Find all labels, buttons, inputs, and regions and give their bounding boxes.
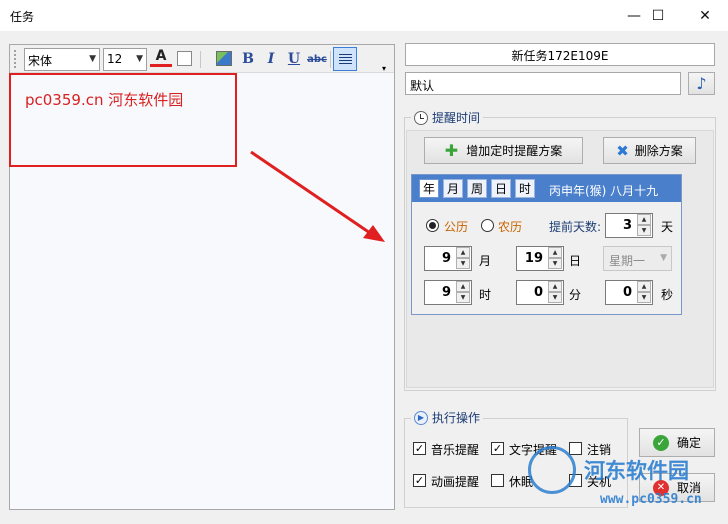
tab-week[interactable]: 周 [467,179,487,198]
month-stepper[interactable]: 9 ▲ ▼ [424,246,472,271]
spin-up-icon[interactable]: ▲ [548,281,562,292]
plus-icon: ✚ [444,141,459,160]
advance-days-value: 3 [622,218,632,233]
reminder-title-label: 提醒时间 [432,111,481,125]
second-unit: 秒 [661,288,674,302]
spin-up-icon[interactable]: ▲ [456,281,470,292]
add-reminder-button[interactable]: ✚ 增加定时提醒方案 [424,137,583,164]
spin-up-icon[interactable]: ▲ [637,214,651,225]
logout-checkbox[interactable] [569,442,582,455]
weekday-select[interactable]: 星期一 ▼ [603,246,672,271]
spin-down-icon[interactable]: ▼ [548,292,562,303]
second-stepper[interactable]: 0 ▲ ▼ [605,280,653,305]
actions-title-label: 执行操作 [432,411,481,425]
advance-days-unit: 天 [661,220,674,234]
minute-stepper[interactable]: 0 ▲ ▼ [516,280,564,305]
solar-radio[interactable] [426,219,439,232]
tab-month[interactable]: 月 [443,179,463,198]
font-size-value: 12 [107,52,123,66]
tab-day[interactable]: 日 [491,179,511,198]
maximize-button[interactable]: ☐ [635,0,681,31]
day-stepper[interactable]: 19 ▲ ▼ [516,246,564,271]
watermark-logo-icon [528,446,576,494]
actions-group-title: ▶ 执行操作 [411,409,484,426]
ok-button[interactable]: ✓ 确定 [639,428,715,457]
bold-icon[interactable]: B [237,48,259,70]
tab-hour[interactable]: 时 [515,179,535,198]
chevron-down-icon: ▼ [660,253,667,263]
tab-year[interactable]: 年 [419,179,439,198]
task-name-field[interactable]: 新任务172E109E [405,43,715,66]
spin-up-icon[interactable]: ▲ [548,247,562,258]
month-value: 9 [441,251,451,266]
toolbar-separator [200,51,201,68]
spin-down-icon[interactable]: ▼ [456,258,470,269]
day-value: 19 [524,251,543,266]
align-left-icon[interactable] [333,47,357,71]
music-reminder-checkbox[interactable]: ✓ [413,442,426,455]
hour-value: 9 [441,285,451,300]
hour-stepper[interactable]: 9 ▲ ▼ [424,280,472,305]
clock-icon [414,110,428,125]
spin-up-icon[interactable]: ▲ [637,281,651,292]
strikethrough-icon[interactable]: abc [306,48,328,70]
italic-icon[interactable]: I [260,48,282,70]
spin-down-icon[interactable]: ▼ [456,292,470,303]
category-field[interactable]: 默认 [405,72,681,95]
animation-reminder-checkbox[interactable]: ✓ [413,474,426,487]
chevron-down-icon: ▼ [89,54,96,64]
add-reminder-label: 增加定时提醒方案 [466,144,563,158]
toolbar-grip [14,50,17,68]
advance-days-label: 提前天数: [549,220,602,234]
font-size-combo[interactable]: 12 ▼ [103,48,147,71]
spin-down-icon[interactable]: ▼ [548,258,562,269]
minute-value: 0 [533,285,543,300]
delete-scheme-button[interactable]: ✖ 删除方案 [603,137,696,164]
spin-down-icon[interactable]: ▼ [637,292,651,303]
month-unit: 月 [479,254,492,268]
day-unit: 日 [569,254,582,268]
spin-up-icon[interactable]: ▲ [456,247,470,258]
window-title: 任务 [10,10,35,24]
close-button[interactable]: ✕ [682,0,728,31]
insert-image-icon[interactable] [216,51,232,66]
minute-unit: 分 [569,288,582,302]
ok-label: 确定 [676,436,701,450]
format-toolbar: 宋体 ▼ 12 ▼ A B I U abc ▾ [10,45,394,73]
watermark-name: 河东软件园 [584,459,689,483]
font-color-icon[interactable]: A [150,48,172,67]
reminder-group-title: 提醒时间 [411,109,484,126]
solar-label: 公历 [444,220,469,234]
toolbar-overflow-icon[interactable]: ▾ [382,64,386,73]
check-icon: ✓ [652,434,669,451]
font-family-combo[interactable]: 宋体 ▼ [24,48,100,71]
watermark-url: www.pc0359.cn [600,492,702,507]
second-value: 0 [622,285,632,300]
background-color-icon[interactable] [177,51,192,66]
text-reminder-checkbox[interactable]: ✓ [491,442,504,455]
font-family-value: 宋体 [28,54,53,68]
annotation-box [9,73,237,167]
advance-days-stepper[interactable]: 3 ▲ ▼ [605,213,653,238]
underline-icon[interactable]: U [283,48,305,70]
play-icon: ▶ [414,410,428,425]
title-bar: 任务 — ☐ ✕ [0,0,728,31]
toolbar-separator [330,51,331,68]
lunar-date-label: 丙申年(猴) 八月十九 [549,184,659,198]
spin-down-icon[interactable]: ▼ [637,225,651,236]
lunar-label: 农历 [498,220,523,234]
delete-scheme-label: 删除方案 [634,144,683,158]
music-button[interactable]: ♪ [688,72,715,95]
music-reminder-label: 音乐提醒 [431,443,480,457]
delete-x-icon: ✖ [616,141,629,160]
chevron-down-icon: ▼ [136,54,143,64]
weekday-value: 星期一 [609,254,646,268]
animation-reminder-label: 动画提醒 [431,475,480,489]
sleep-checkbox[interactable] [491,474,504,487]
hour-unit: 时 [479,288,492,302]
annotation-arrow-icon [250,150,385,242]
lunar-radio[interactable] [481,219,494,232]
